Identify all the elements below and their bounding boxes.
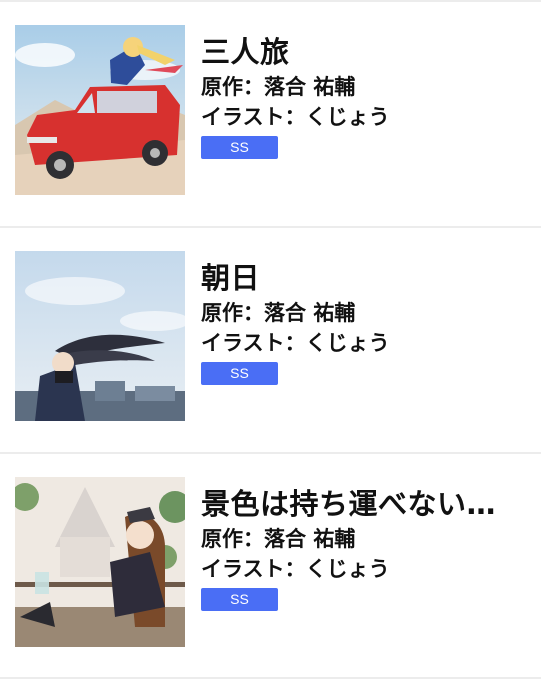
story-title[interactable]: 景色は持ち運べない… [201, 481, 496, 523]
ss-badge[interactable]: SS [201, 136, 278, 159]
story-thumbnail[interactable] [15, 251, 185, 421]
story-title[interactable]: 朝日 [201, 255, 260, 297]
story-item-sanninryo[interactable]: 三人旅 原作：落合 祐輔 イラスト：くじょう SS [0, 25, 555, 195]
illustrator-credit: イラスト：くじょう [201, 557, 390, 581]
divider [0, 452, 541, 454]
author-credit: 原作：落合 祐輔 [201, 527, 356, 551]
ss-badge[interactable]: SS [201, 588, 278, 611]
author-credit: 原作：落合 祐輔 [201, 301, 356, 325]
red-car-illustration [15, 25, 185, 195]
ss-badge[interactable]: SS [201, 362, 278, 385]
balcony-girl-illustration [15, 477, 185, 647]
divider [0, 677, 541, 679]
author-credit: 原作：落合 祐輔 [201, 75, 356, 99]
illustrator-credit: イラスト：くじょう [201, 331, 390, 355]
windy-girl-illustration [15, 251, 185, 421]
divider [0, 0, 541, 2]
story-item-keshiki[interactable]: 景色は持ち運べない… 原作：落合 祐輔 イラスト：くじょう SS [0, 477, 555, 647]
illustrator-credit: イラスト：くじょう [201, 105, 390, 129]
story-title[interactable]: 三人旅 [201, 29, 290, 71]
story-thumbnail[interactable] [15, 477, 185, 647]
story-item-asahi[interactable]: 朝日 原作：落合 祐輔 イラスト：くじょう SS [0, 251, 555, 421]
story-list: 三人旅 原作：落合 祐輔 イラスト：くじょう SS 朝日 原作：落合 祐輔 イラ… [0, 0, 555, 680]
divider [0, 226, 541, 228]
story-thumbnail[interactable] [15, 25, 185, 195]
